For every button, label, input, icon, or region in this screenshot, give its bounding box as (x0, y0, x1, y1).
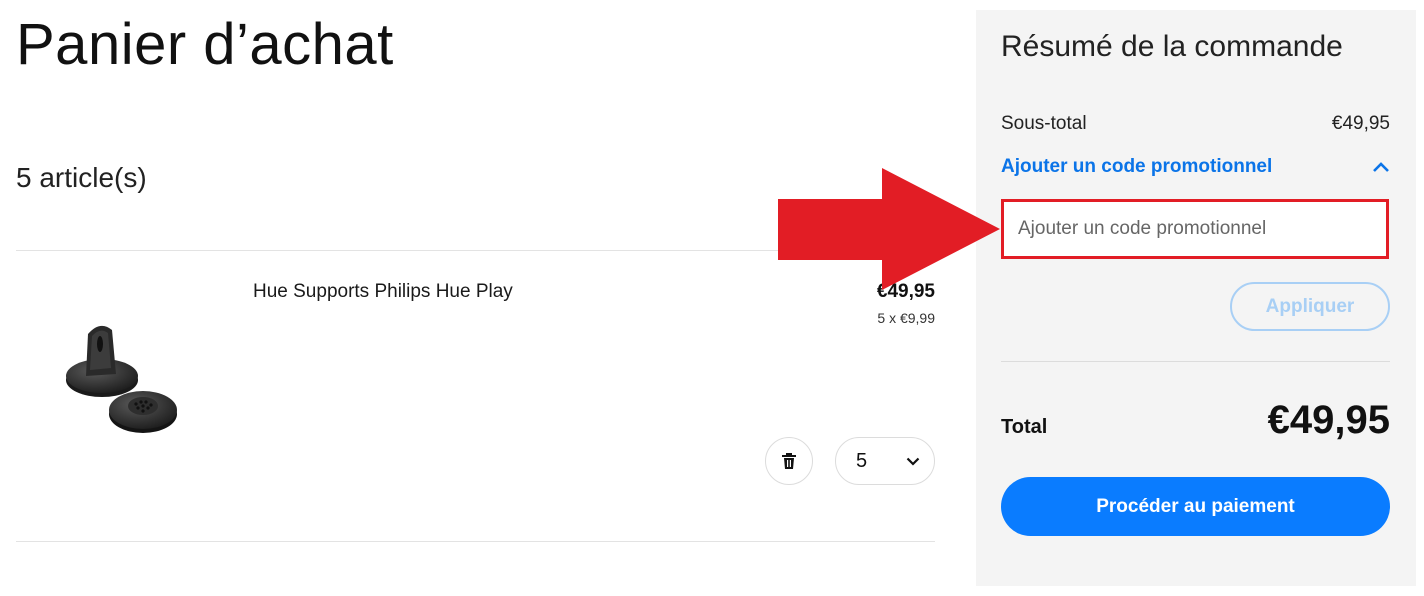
promo-code-toggle-label: Ajouter un code promotionnel (1001, 156, 1273, 177)
chevron-down-icon (906, 457, 920, 466)
page-title: Panier d’achat (16, 12, 394, 77)
apply-promo-button[interactable]: Appliquer (1230, 282, 1390, 331)
quantity-value: 5 (856, 449, 868, 472)
quantity-select[interactable]: 5 (835, 437, 935, 485)
product-unit-price: 5 x €9,99 (877, 310, 935, 326)
order-summary-panel: Résumé de la commande Sous-total €49,95 … (976, 10, 1416, 586)
item-count: 5 article(s) (16, 162, 147, 193)
product-image[interactable] (40, 300, 200, 460)
divider-bottom (16, 541, 935, 542)
product-name[interactable]: Hue Supports Philips Hue Play (253, 281, 513, 303)
summary-title: Résumé de la commande (1001, 30, 1343, 63)
promo-code-toggle[interactable]: Ajouter un code promotionnel (1001, 153, 1390, 181)
promo-code-input[interactable] (1001, 199, 1389, 259)
subtotal-value: €49,95 (1331, 113, 1390, 134)
annotation-arrow-icon (778, 168, 1000, 290)
chevron-up-icon (1373, 161, 1389, 172)
trash-icon (782, 453, 796, 469)
delete-item-button[interactable] (765, 437, 813, 485)
subtotal-label: Sous-total (1001, 113, 1087, 134)
checkout-button[interactable]: Procéder au paiement (1001, 477, 1390, 536)
total-label: Total (1001, 416, 1048, 438)
total-value: €49,95 (1267, 398, 1390, 442)
summary-divider (1001, 361, 1390, 362)
